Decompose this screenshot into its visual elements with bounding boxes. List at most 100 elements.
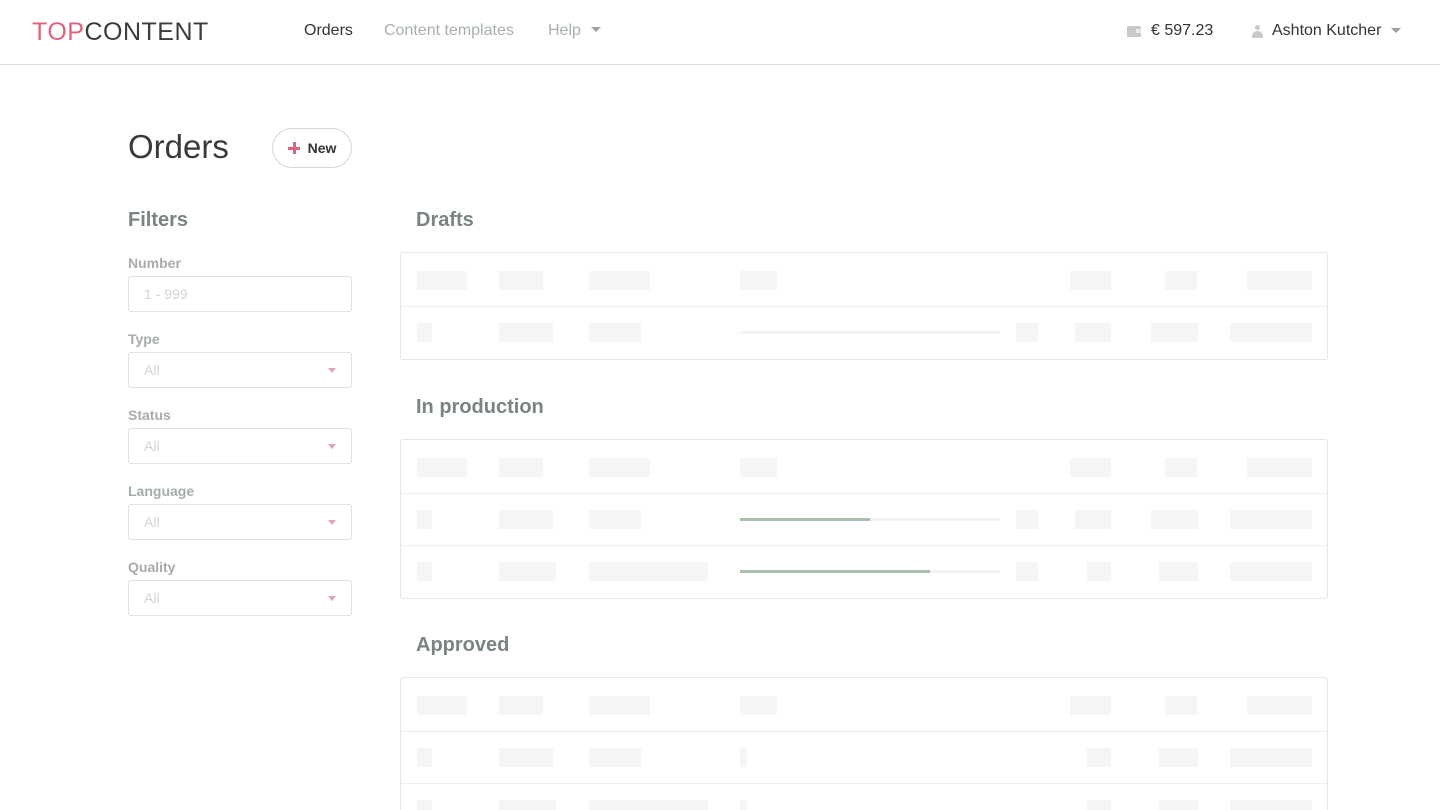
in-production-title: In production (416, 396, 544, 418)
progress-fill (740, 518, 870, 521)
progress-bar (740, 518, 1000, 521)
plus-icon (287, 142, 300, 154)
placeholder-cell (1070, 696, 1111, 715)
progress-bar (740, 570, 1000, 573)
chevron-down-icon (328, 443, 336, 449)
placeholder-cell (740, 748, 747, 767)
placeholder-cell (499, 696, 543, 715)
placeholder-cell (1230, 510, 1312, 529)
quality-value: All (144, 590, 160, 606)
logo-top: TOP (32, 18, 85, 46)
placeholder-cell (1165, 271, 1197, 290)
balance-amount: € 597.23 (1151, 22, 1214, 39)
chevron-down-icon (328, 595, 336, 601)
placeholder-cell (589, 271, 650, 290)
placeholder-cell (1016, 510, 1038, 529)
placeholder-cell (1165, 458, 1197, 477)
chevron-down-icon (328, 519, 336, 525)
chevron-down-icon (328, 367, 336, 373)
wallet-icon (1127, 25, 1141, 37)
placeholder-cell (499, 748, 553, 767)
placeholder-cell (1247, 271, 1312, 290)
placeholder-cell (589, 458, 650, 477)
table-header-row (401, 440, 1327, 494)
top-header: TOPCONTENT Orders Content templates Help… (0, 0, 1440, 65)
user-menu[interactable]: Ashton Kutcher (1252, 22, 1402, 40)
nav-orders[interactable]: Orders (304, 22, 353, 40)
wallet-balance[interactable]: € 597.23 (1127, 22, 1213, 40)
placeholder-cell (1247, 458, 1312, 477)
placeholder-cell (740, 696, 777, 715)
chevron-down-icon (590, 27, 601, 33)
type-value: All (144, 362, 160, 378)
placeholder-cell (417, 458, 467, 477)
placeholder-cell (1151, 323, 1198, 342)
type-label: Type (128, 331, 160, 347)
filters-title: Filters (128, 209, 189, 231)
placeholder-cell (1070, 271, 1111, 290)
page-title: Orders (128, 128, 229, 165)
language-label: Language (128, 483, 195, 499)
placeholder-cell (1075, 510, 1111, 529)
type-select[interactable]: All (128, 352, 352, 388)
placeholder-cell (1016, 323, 1038, 342)
placeholder-cell (589, 323, 641, 342)
quality-label: Quality (128, 559, 176, 575)
placeholder-cell (1087, 562, 1111, 581)
status-label: Status (128, 407, 171, 423)
table-header-row (401, 253, 1327, 307)
number-input[interactable] (128, 276, 352, 312)
logo[interactable]: TOPCONTENT (32, 18, 209, 47)
status-select[interactable]: All (128, 428, 352, 464)
placeholder-cell (1247, 696, 1312, 715)
placeholder-cell (589, 562, 708, 581)
placeholder-cell (417, 510, 432, 529)
placeholder-cell (499, 458, 543, 477)
placeholder-cell (1230, 800, 1312, 810)
placeholder-cell (1230, 323, 1312, 342)
placeholder-cell (589, 510, 641, 529)
nav-help[interactable]: Help (548, 22, 601, 40)
placeholder-cell (589, 696, 650, 715)
table-header-row (401, 678, 1327, 732)
placeholder-cell (1159, 748, 1198, 767)
placeholder-cell (417, 696, 467, 715)
approved-title: Approved (416, 634, 510, 656)
placeholder-cell (1087, 800, 1111, 810)
chevron-down-icon (1391, 27, 1402, 33)
table-row[interactable] (401, 732, 1327, 784)
status-value: All (144, 438, 160, 454)
table-row[interactable] (401, 546, 1327, 598)
placeholder-cell (740, 271, 777, 290)
placeholder-cell (499, 271, 543, 290)
table-row[interactable] (401, 784, 1327, 810)
placeholder-cell (417, 748, 432, 767)
placeholder-cell (740, 800, 747, 810)
new-order-button[interactable]: New (272, 128, 352, 168)
placeholder-cell (1159, 800, 1198, 810)
placeholder-cell (417, 562, 432, 581)
placeholder-cell (589, 800, 708, 810)
progress-fill (740, 570, 930, 573)
placeholder-cell (499, 323, 553, 342)
table-row[interactable] (401, 307, 1327, 359)
placeholder-cell (1070, 458, 1111, 477)
placeholder-cell (417, 323, 432, 342)
placeholder-cell (1159, 562, 1198, 581)
placeholder-cell (589, 748, 641, 767)
table-row[interactable] (401, 494, 1327, 546)
in-production-table (400, 439, 1328, 599)
placeholder-cell (1230, 748, 1312, 767)
placeholder-cell (1151, 510, 1198, 529)
quality-select[interactable]: All (128, 580, 352, 616)
placeholder-cell (1230, 562, 1312, 581)
user-name: Ashton Kutcher (1272, 22, 1382, 39)
placeholder-cell (499, 510, 553, 529)
language-select[interactable]: All (128, 504, 352, 540)
placeholder-cell (740, 458, 777, 477)
drafts-table (400, 252, 1328, 360)
nav-content-templates[interactable]: Content templates (384, 22, 514, 40)
placeholder-cell (1087, 748, 1111, 767)
user-icon (1252, 24, 1263, 38)
number-label: Number (128, 255, 181, 271)
